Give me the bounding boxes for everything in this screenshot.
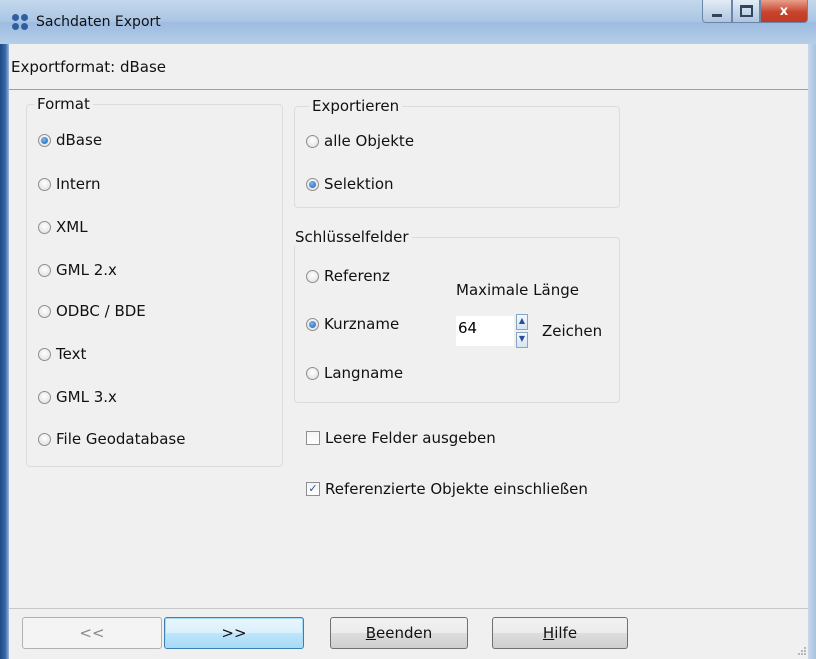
spin-down-icon[interactable]: ▼ [516, 332, 528, 348]
radio-icon [38, 263, 51, 277]
max-length-spinner[interactable]: ▲ ▼ [516, 314, 528, 348]
help-label: ilfe [554, 624, 578, 642]
radio-format-text[interactable]: Text [38, 345, 86, 363]
button-bar-separator [9, 608, 808, 609]
radio-icon [38, 390, 51, 404]
format-group-title: Format [34, 95, 93, 113]
maximize-icon [739, 5, 753, 17]
radio-key-long-name[interactable]: Langname [306, 364, 403, 382]
checkbox-checked-icon: ✓ [306, 482, 320, 496]
format-group: Format [26, 95, 283, 467]
key-fields-group-title: Schlüsselfelder [292, 228, 412, 246]
header-separator [9, 89, 808, 90]
radio-format-gml2[interactable]: GML 2.x [38, 261, 117, 279]
title-bar[interactable]: Sachdaten Export x [0, 0, 816, 44]
radio-label: alle Objekte [324, 132, 415, 150]
app-icon [12, 14, 30, 32]
resize-grip-icon[interactable] [796, 645, 806, 655]
close-button[interactable]: x [760, 0, 808, 23]
radio-label: Text [56, 345, 87, 363]
radio-icon [306, 366, 319, 380]
checkbox-label: Referenzierte Objekte einschließen [325, 480, 588, 498]
radio-label: Selektion [324, 175, 394, 193]
back-button[interactable]: << [22, 617, 162, 649]
radio-format-dbase[interactable]: dBase [38, 131, 102, 149]
radio-label: dBase [56, 131, 103, 149]
radio-format-odbc[interactable]: ODBC / BDE [38, 302, 146, 320]
radio-label: Kurzname [324, 315, 400, 333]
checkbox-icon [306, 431, 320, 445]
radio-export-all-objects[interactable]: alle Objekte [306, 132, 414, 150]
radio-key-reference[interactable]: Referenz [306, 267, 390, 285]
radio-selected-icon [38, 133, 51, 147]
finish-accelerator: B [365, 624, 377, 642]
finish-label: eenden [376, 624, 433, 642]
radio-label: File Geodatabase [56, 430, 186, 448]
radio-export-selection[interactable]: Selektion [306, 175, 394, 193]
radio-label: Referenz [324, 267, 390, 285]
minimize-button[interactable] [702, 0, 732, 23]
radio-format-file-geodatabase[interactable]: File Geodatabase [38, 430, 185, 448]
max-length-input[interactable]: 64 [456, 316, 514, 346]
characters-unit-label: Zeichen [542, 322, 603, 340]
window-frame-right [808, 44, 816, 659]
radio-label: GML 2.x [56, 261, 117, 279]
radio-format-xml[interactable]: XML [38, 218, 88, 236]
radio-selected-icon [306, 317, 319, 331]
radio-icon [38, 220, 51, 234]
close-icon: x [779, 3, 789, 19]
radio-label: Langname [324, 364, 404, 382]
export-format-label: Exportformat: dBase [11, 58, 167, 76]
next-button[interactable]: >> [164, 617, 304, 649]
radio-key-short-name[interactable]: Kurzname [306, 315, 399, 333]
radio-icon [306, 134, 319, 148]
radio-selected-icon [306, 177, 319, 191]
export-group-title: Exportieren [309, 97, 403, 115]
radio-icon [38, 304, 51, 318]
minimize-icon [712, 13, 722, 17]
checkbox-empty-fields[interactable]: Leere Felder ausgeben [306, 429, 496, 447]
checkbox-include-referenced[interactable]: ✓ Referenzierte Objekte einschließen [306, 480, 588, 498]
help-button[interactable]: Hilfe [492, 617, 628, 649]
window-title: Sachdaten Export [36, 14, 161, 30]
radio-icon [306, 269, 319, 283]
radio-icon [38, 347, 51, 361]
spin-up-icon[interactable]: ▲ [516, 314, 528, 330]
help-accelerator: H [542, 624, 555, 642]
radio-icon [38, 177, 51, 191]
finish-button[interactable]: Beenden [330, 617, 468, 649]
radio-label: GML 3.x [56, 388, 117, 406]
export-dialog-window: Sachdaten Export x Exportformat: dBase F… [0, 0, 816, 659]
radio-format-intern[interactable]: Intern [38, 175, 100, 193]
radio-format-gml3[interactable]: GML 3.x [38, 388, 117, 406]
max-length-label: Maximale Länge [456, 281, 579, 299]
maximize-button[interactable] [732, 0, 760, 23]
radio-label: Intern [56, 175, 101, 193]
radio-icon [38, 432, 51, 446]
radio-label: XML [56, 218, 88, 236]
radio-label: ODBC / BDE [56, 302, 146, 320]
checkbox-label: Leere Felder ausgeben [325, 429, 496, 447]
window-frame-left [0, 44, 9, 659]
